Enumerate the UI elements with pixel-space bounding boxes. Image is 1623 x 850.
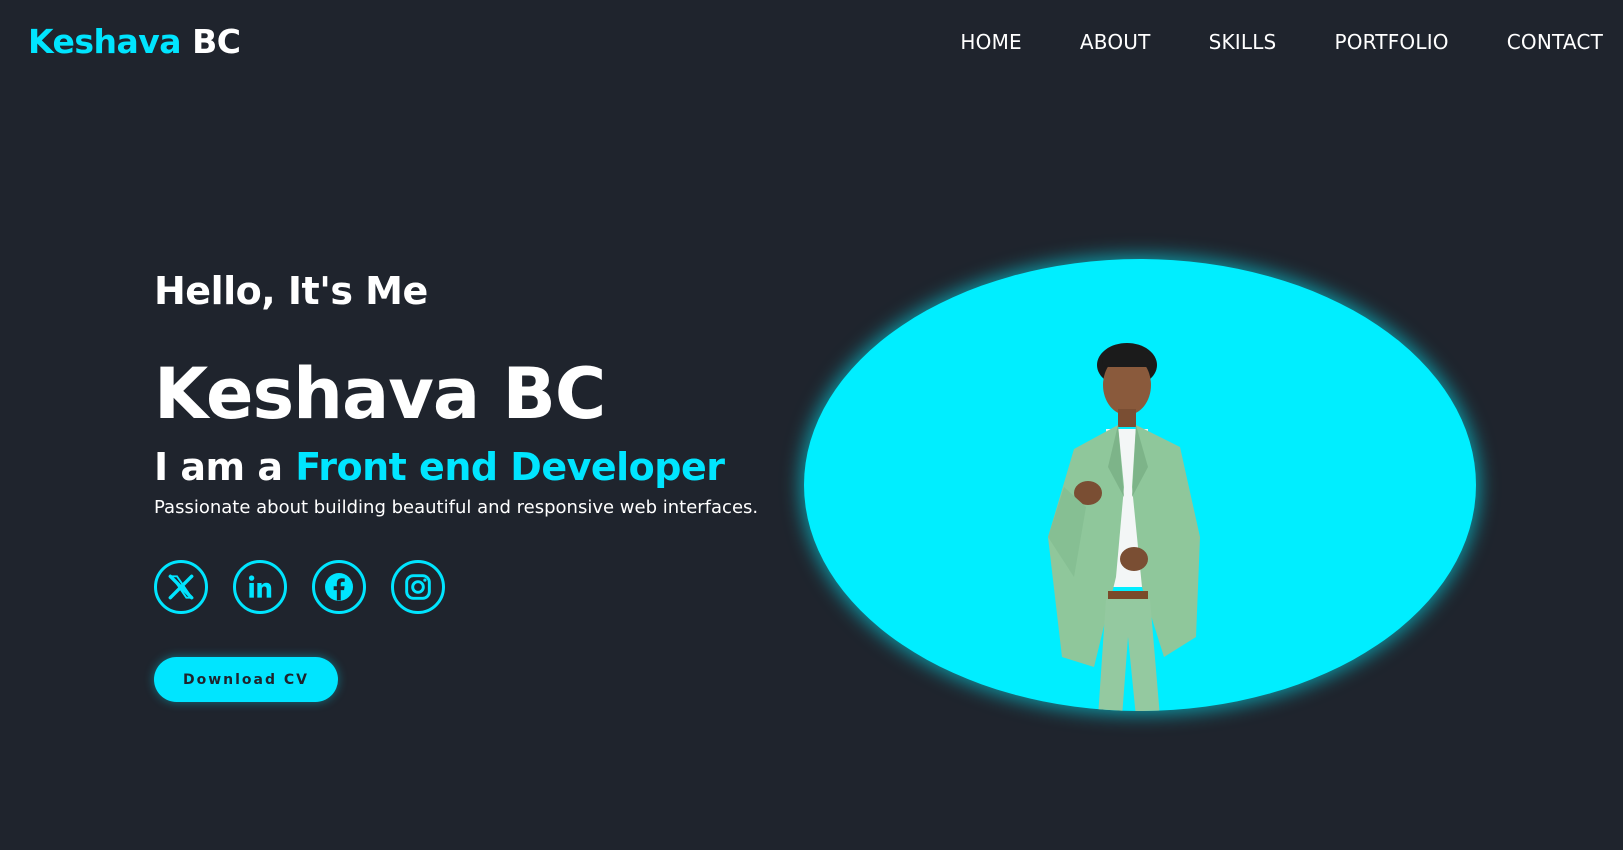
hero-text: Hello, It's Me Keshava BC I am a Front e… — [154, 266, 854, 702]
x-icon — [168, 574, 194, 600]
social-links — [154, 560, 445, 614]
hero-image-frame — [804, 259, 1476, 711]
logo-first: Keshava — [28, 22, 182, 61]
site-header: Keshava BC HOME ABOUT SKILLS PORTFOLIO C… — [0, 0, 1623, 88]
profile-photo — [1048, 343, 1200, 711]
nav-home[interactable]: HOME — [960, 30, 1021, 54]
linkedin-link[interactable] — [233, 560, 287, 614]
hero-tagline: Passionate about building beautiful and … — [154, 497, 759, 518]
facebook-link[interactable] — [312, 560, 366, 614]
role-prefix: I am a — [154, 445, 283, 489]
hero-role: I am a Front end Developer — [154, 444, 725, 490]
linkedin-icon — [248, 575, 272, 598]
nav-contact[interactable]: CONTACT — [1507, 30, 1603, 54]
logo-second: BC — [192, 22, 241, 61]
nav-portfolio[interactable]: PORTFOLIO — [1334, 30, 1448, 54]
nav-skills[interactable]: SKILLS — [1209, 30, 1277, 54]
page: Keshava BC HOME ABOUT SKILLS PORTFOLIO C… — [0, 0, 1623, 850]
nav-about[interactable]: ABOUT — [1080, 30, 1151, 54]
instagram-link[interactable] — [391, 560, 445, 614]
logo[interactable]: Keshava BC — [28, 22, 241, 61]
role-highlight: Front end Developer — [295, 445, 725, 489]
x-link[interactable] — [154, 560, 208, 614]
download-cv-button[interactable]: Download CV — [154, 657, 338, 702]
greeting: Hello, It's Me — [154, 269, 428, 313]
hero-name: Keshava BC — [154, 353, 606, 435]
instagram-icon — [405, 574, 431, 600]
facebook-icon — [325, 573, 353, 601]
main-nav: HOME ABOUT SKILLS PORTFOLIO CONTACT — [960, 30, 1603, 54]
